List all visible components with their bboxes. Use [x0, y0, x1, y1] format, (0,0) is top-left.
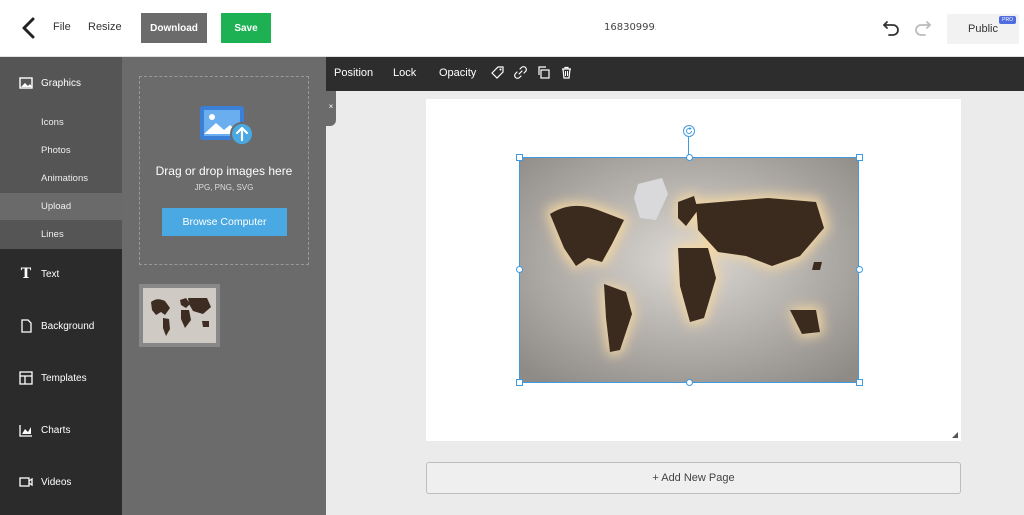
- nav-sub-lines[interactable]: Lines: [0, 221, 122, 248]
- nav-videos[interactable]: Videos: [0, 472, 122, 492]
- left-nav: Graphics Icons Photos Animations Upload …: [0, 57, 122, 515]
- nav-text[interactable]: T Text: [0, 264, 122, 284]
- handle-middle-right[interactable]: [856, 266, 863, 273]
- upload-image-icon: [200, 106, 254, 146]
- nav-templates[interactable]: Templates: [0, 368, 122, 388]
- nav-background-label: Background: [41, 320, 95, 332]
- element-toolbar: Position Lock Opacity: [326, 57, 1024, 91]
- opacity-button[interactable]: Opacity: [439, 67, 476, 79]
- duplicate-icon[interactable]: [537, 66, 550, 79]
- nav-charts-label: Charts: [41, 424, 71, 436]
- handle-bottom-left[interactable]: [516, 379, 523, 386]
- nav-templates-label: Templates: [41, 372, 87, 384]
- nav-background[interactable]: Background: [0, 316, 122, 336]
- document-title[interactable]: 168309995: [604, 22, 656, 33]
- top-bar: File Resize Download Save 168309995 Publ…: [0, 0, 1024, 57]
- image-icon: [19, 77, 33, 89]
- nav-graphics-label: Graphics: [41, 77, 82, 89]
- upload-panel: Drag or drop images here JPG, PNG, SVG B…: [122, 57, 326, 515]
- file-menu[interactable]: File: [53, 21, 71, 33]
- world-map-thumbnail-image: [143, 288, 216, 343]
- video-icon: [19, 477, 33, 487]
- handle-middle-left[interactable]: [516, 266, 523, 273]
- handle-top-left[interactable]: [516, 154, 523, 161]
- chart-icon: [19, 425, 32, 437]
- nav-graphics[interactable]: Graphics: [0, 73, 122, 93]
- resize-menu[interactable]: Resize: [88, 21, 122, 33]
- text-icon: T: [20, 266, 32, 282]
- undo-icon[interactable]: [882, 18, 900, 36]
- public-button[interactable]: Public PRO: [947, 14, 1019, 44]
- templates-icon: [19, 371, 33, 385]
- handle-bottom-right[interactable]: [856, 379, 863, 386]
- resize-grip-icon[interactable]: [952, 432, 958, 438]
- nav-sub-icons[interactable]: Icons: [0, 109, 122, 136]
- save-button[interactable]: Save: [221, 13, 271, 43]
- collapse-panel-button[interactable]: ×: [326, 86, 336, 126]
- download-button[interactable]: Download: [141, 13, 207, 43]
- nav-sub-animations[interactable]: Animations: [0, 165, 122, 192]
- link-icon[interactable]: [514, 66, 527, 79]
- rotate-handle-icon[interactable]: [683, 125, 695, 137]
- back-arrow-icon[interactable]: [18, 16, 40, 40]
- handle-top-center[interactable]: [686, 154, 693, 161]
- uploaded-thumbnail[interactable]: [139, 284, 220, 347]
- nav-videos-label: Videos: [41, 476, 72, 488]
- tag-icon[interactable]: [491, 66, 504, 79]
- drop-zone[interactable]: Drag or drop images here JPG, PNG, SVG B…: [139, 76, 309, 265]
- drop-formats: JPG, PNG, SVG: [194, 183, 254, 192]
- nav-text-label: Text: [41, 268, 60, 280]
- position-button[interactable]: Position: [334, 67, 373, 79]
- nav-charts[interactable]: Charts: [0, 420, 122, 440]
- add-new-page-button[interactable]: + Add New Page: [426, 462, 961, 494]
- nav-sub-upload[interactable]: Upload: [0, 193, 122, 220]
- world-map-photo: [520, 158, 858, 382]
- handle-bottom-center[interactable]: [686, 379, 693, 386]
- graphics-section: Graphics Icons Photos Animations Upload …: [0, 57, 122, 249]
- handle-top-right[interactable]: [856, 154, 863, 161]
- public-label: Public: [968, 23, 998, 35]
- world-map-image[interactable]: [519, 157, 859, 383]
- browse-computer-button[interactable]: Browse Computer: [162, 208, 287, 236]
- background-icon: [21, 319, 32, 333]
- lock-button[interactable]: Lock: [393, 67, 416, 79]
- pro-badge: PRO: [999, 16, 1016, 24]
- drop-title: Drag or drop images here: [155, 164, 293, 178]
- nav-sub-photos[interactable]: Photos: [0, 137, 122, 164]
- redo-icon[interactable]: [914, 18, 932, 36]
- trash-icon[interactable]: [560, 66, 573, 79]
